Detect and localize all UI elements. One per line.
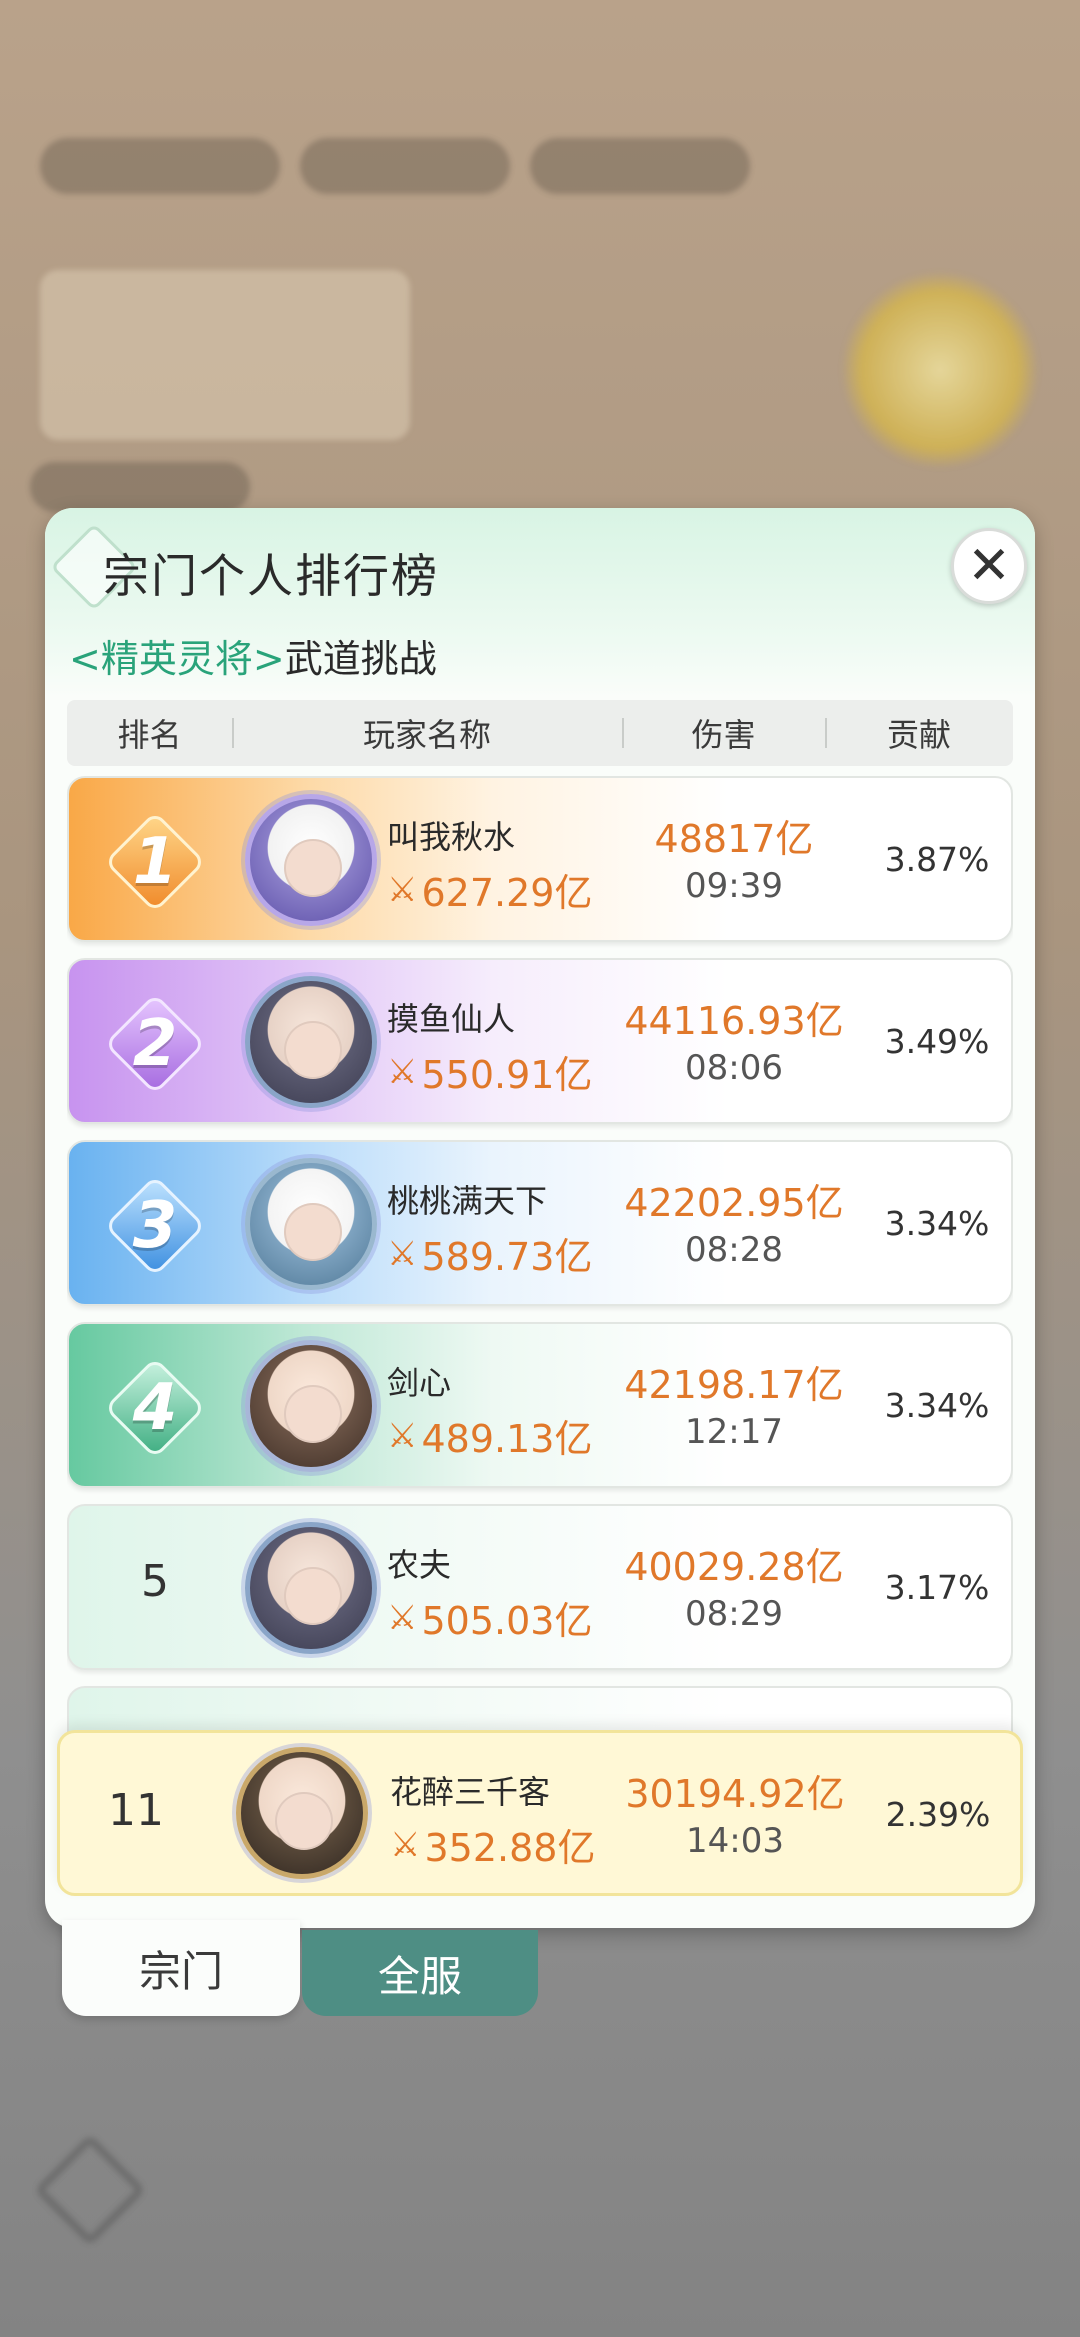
contribution-value: 3.49% xyxy=(884,1022,990,1061)
rank-number: 3 xyxy=(132,1189,178,1263)
power-text: 627.29亿 xyxy=(421,871,593,915)
player-name: 叫我秋水 xyxy=(387,818,516,856)
col-player: 玩家名称 xyxy=(232,710,622,756)
power-text: 589.73亿 xyxy=(421,1235,593,1279)
power-value: ⚔ 505.03亿 xyxy=(387,1590,592,1645)
power-text: 352.88亿 xyxy=(424,1826,596,1870)
crossed-swords-icon: ⚔ xyxy=(387,1051,418,1092)
rank-badge: 4 xyxy=(104,1357,206,1459)
power-value: ⚔ 489.13亿 xyxy=(387,1408,592,1463)
avatar[interactable] xyxy=(245,1522,377,1654)
power-text: 489.13亿 xyxy=(421,1417,593,1461)
tab-sect[interactable]: 宗门 xyxy=(62,1920,300,2016)
power-text: 505.03亿 xyxy=(421,1599,593,1643)
my-rank-row[interactable]: 11 花醉三千客 ⚔ 352.88亿 30194.92亿 14:03 2.39% xyxy=(57,1730,1023,1896)
damage-value: 30194.92亿 xyxy=(625,1772,845,1816)
subtitle-tag: <精英灵将> xyxy=(69,637,285,681)
rank-number: 5 xyxy=(141,1556,169,1607)
damage-value: 42202.95亿 xyxy=(624,1181,844,1225)
ranking-list[interactable]: 1 叫我秋水 ⚔ 627.29亿 48817亿 09:39 3.87% 2 摸鱼仙… xyxy=(67,776,1013,1736)
time-value: 09:39 xyxy=(685,866,783,906)
crossed-swords-icon: ⚔ xyxy=(387,1597,418,1638)
rank-number: 2 xyxy=(132,1007,178,1081)
rank-badge: 2 xyxy=(104,993,206,1095)
bg-orb xyxy=(840,270,1040,470)
contribution-value: 3.17% xyxy=(884,1568,990,1607)
table-row[interactable] xyxy=(67,1686,1013,1736)
table-header: 排名 玩家名称 伤害 贡献 xyxy=(67,700,1013,766)
table-row[interactable]: 3 桃桃满天下 ⚔ 589.73亿 42202.95亿 08:28 3.34% xyxy=(67,1140,1013,1306)
avatar[interactable] xyxy=(245,794,377,926)
ranking-panel: 宗门个人排行榜 ✕ <精英灵将>武道挑战 排名 玩家名称 伤害 贡献 1 叫我秋… xyxy=(45,508,1035,1928)
damage-value: 48817亿 xyxy=(654,817,814,861)
time-value: 12:17 xyxy=(685,1412,783,1452)
bg-resource-pill xyxy=(300,138,510,194)
time-value: 14:03 xyxy=(686,1821,784,1861)
panel-title: 宗门个人排行榜 xyxy=(103,549,439,603)
contribution-value: 3.34% xyxy=(884,1386,990,1425)
avatar[interactable] xyxy=(245,1340,377,1472)
close-button[interactable]: ✕ xyxy=(951,528,1027,604)
player-name: 摸鱼仙人 xyxy=(387,1000,516,1038)
table-row[interactable]: 5 农夫 ⚔ 505.03亿 40029.28亿 08:29 3.17% xyxy=(67,1504,1013,1670)
power-value: ⚔ 627.29亿 xyxy=(387,862,592,917)
crossed-swords-icon: ⚔ xyxy=(387,1415,418,1456)
bg-card xyxy=(40,270,410,440)
contribution-value: 3.34% xyxy=(884,1204,990,1243)
rank-badge: 1 xyxy=(104,811,206,913)
contribution-value: 3.87% xyxy=(884,840,990,879)
rank-number: 1 xyxy=(132,825,178,899)
subtitle-name: 武道挑战 xyxy=(284,637,437,681)
rank-number: 11 xyxy=(108,1785,164,1836)
damage-value: 44116.93亿 xyxy=(624,999,844,1043)
col-contribution: 贡献 xyxy=(825,710,1013,756)
crossed-swords-icon: ⚔ xyxy=(390,1824,421,1865)
table-row[interactable]: 1 叫我秋水 ⚔ 627.29亿 48817亿 09:39 3.87% xyxy=(67,776,1013,942)
crossed-swords-icon: ⚔ xyxy=(387,1233,418,1274)
player-name: 剑心 xyxy=(387,1364,452,1402)
close-icon: ✕ xyxy=(967,536,1011,596)
table-row[interactable]: 4 剑心 ⚔ 489.13亿 42198.17亿 12:17 3.34% xyxy=(67,1322,1013,1488)
contribution-value: 2.39% xyxy=(885,1795,991,1834)
damage-value: 42198.17亿 xyxy=(624,1363,844,1407)
player-name: 花醉三千客 xyxy=(390,1773,551,1811)
power-value: ⚔ 550.91亿 xyxy=(387,1044,592,1099)
rank-number: 4 xyxy=(132,1371,178,1445)
time-value: 08:06 xyxy=(685,1048,783,1088)
bg-pill xyxy=(30,462,250,512)
bg-resource-pill xyxy=(530,138,750,194)
time-value: 08:29 xyxy=(685,1594,783,1634)
avatar[interactable] xyxy=(236,1747,368,1879)
col-rank: 排名 xyxy=(117,716,182,754)
crossed-swords-icon: ⚔ xyxy=(387,869,418,910)
table-row[interactable]: 2 摸鱼仙人 ⚔ 550.91亿 44116.93亿 08:06 3.49% xyxy=(67,958,1013,1124)
player-name: 农夫 xyxy=(387,1546,452,1584)
rank-badge: 3 xyxy=(104,1175,206,1277)
bg-diamond-icon xyxy=(33,2133,147,2247)
player-name: 桃桃满天下 xyxy=(387,1182,548,1220)
time-value: 08:28 xyxy=(685,1230,783,1270)
damage-value: 40029.28亿 xyxy=(624,1545,844,1589)
power-text: 550.91亿 xyxy=(421,1053,593,1097)
tab-all-server[interactable]: 全服 xyxy=(302,1930,538,2016)
avatar[interactable] xyxy=(245,1158,377,1290)
bg-resource-pill xyxy=(40,138,280,194)
panel-subtitle: <精英灵将>武道挑战 xyxy=(69,628,437,683)
power-value: ⚔ 589.73亿 xyxy=(387,1226,592,1281)
power-value: ⚔ 352.88亿 xyxy=(390,1817,595,1872)
avatar[interactable] xyxy=(245,976,377,1108)
col-damage: 伤害 xyxy=(622,710,825,756)
